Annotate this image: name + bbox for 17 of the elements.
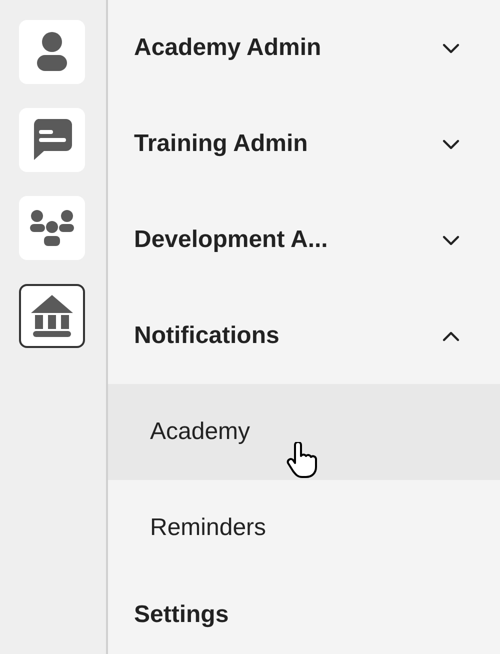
group-icon <box>30 209 74 247</box>
chevron-icon <box>442 138 460 150</box>
menu-heading[interactable]: Notifications <box>134 318 280 354</box>
chevron-icon <box>442 42 460 54</box>
menu-heading[interactable]: Academy Admin <box>134 30 322 66</box>
chat-icon <box>32 119 72 161</box>
menu-heading[interactable]: Training Admin <box>134 126 308 162</box>
person-icon <box>37 32 67 72</box>
menu-heading[interactable]: Development A... <box>134 222 328 258</box>
chevron-icon <box>442 234 460 246</box>
menu-heading[interactable]: Settings <box>134 597 229 633</box>
rail-button[interactable] <box>19 284 85 348</box>
chevron-icon <box>442 330 460 342</box>
submenu-item[interactable]: Academy <box>108 384 500 480</box>
submenu-item[interactable]: Reminders <box>108 480 500 576</box>
pointer-cursor-icon <box>286 442 318 478</box>
bank-icon <box>31 295 73 337</box>
